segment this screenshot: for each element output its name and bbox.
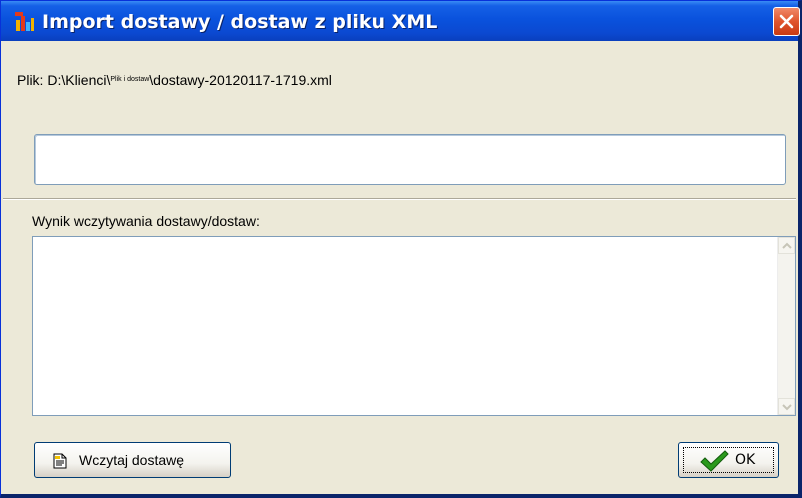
window-title: Import dostawy / dostaw z pliku XML	[42, 11, 438, 33]
result-label: Wynik wczytywania dostawy/dostaw:	[32, 213, 260, 229]
app-icon	[15, 12, 35, 32]
close-icon	[779, 14, 794, 29]
vertical-scrollbar[interactable]	[777, 237, 795, 415]
result-memo[interactable]	[32, 236, 796, 416]
ok-button[interactable]: OK	[678, 442, 779, 478]
close-button[interactable]	[773, 7, 800, 36]
checkmark-icon	[699, 449, 729, 476]
file-path-small: Plik i dostaw	[110, 76, 150, 83]
chevron-up-icon	[782, 242, 792, 249]
scroll-down-button[interactable]	[778, 398, 795, 415]
ok-label: OK	[735, 452, 756, 468]
document-icon	[53, 453, 67, 472]
file-path-suffix: \dostawy-20120117-1719.xml	[149, 72, 332, 88]
title-bar[interactable]: Import dostawy / dostaw z pliku XML	[1, 1, 800, 41]
chevron-down-icon	[782, 404, 792, 411]
status-field[interactable]	[34, 134, 786, 185]
separator	[3, 198, 796, 200]
file-path: Plik: D:\Klienci\Plik i dostaw\dostawy-2…	[17, 72, 332, 88]
import-dialog: Import dostawy / dostaw z pliku XML Plik…	[0, 0, 802, 498]
load-delivery-button[interactable]: Wczytaj dostawę	[34, 442, 231, 478]
file-path-prefix: Plik: D:\Klienci\	[17, 72, 111, 88]
load-delivery-label: Wczytaj dostawę	[79, 452, 185, 468]
scroll-up-button[interactable]	[778, 237, 795, 254]
